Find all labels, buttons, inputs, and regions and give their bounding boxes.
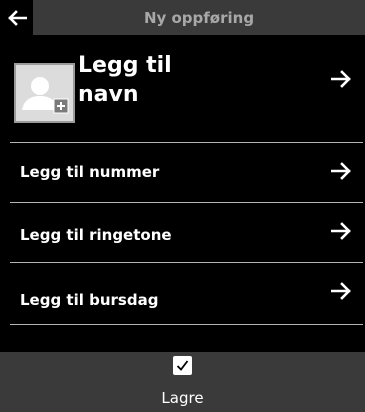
arrow-right-icon[interactable] — [331, 222, 353, 240]
back-button[interactable] — [0, 0, 33, 35]
checkmark-box[interactable] — [173, 356, 192, 375]
add-number-label: Legg til nummer — [20, 163, 160, 181]
checkmark-icon — [176, 360, 189, 371]
arrow-right-icon[interactable] — [331, 70, 353, 88]
title-bar: Ny oppføring — [33, 0, 365, 35]
person-add-icon — [22, 77, 69, 114]
save-label: Lagre — [161, 389, 204, 407]
avatar[interactable] — [14, 63, 75, 123]
page-title: Ny oppføring — [143, 8, 255, 27]
add-birthday-label: Legg til bursdag — [20, 291, 159, 309]
add-ringtone-label: Legg til ringetone — [20, 226, 172, 244]
top-bar: Ny oppføring — [0, 0, 365, 35]
add-name-label: Legg til navn — [78, 53, 172, 107]
arrow-right-icon[interactable] — [331, 282, 353, 300]
divider — [10, 324, 363, 325]
arrow-left-icon — [7, 9, 27, 26]
arrow-right-icon[interactable] — [331, 162, 353, 180]
